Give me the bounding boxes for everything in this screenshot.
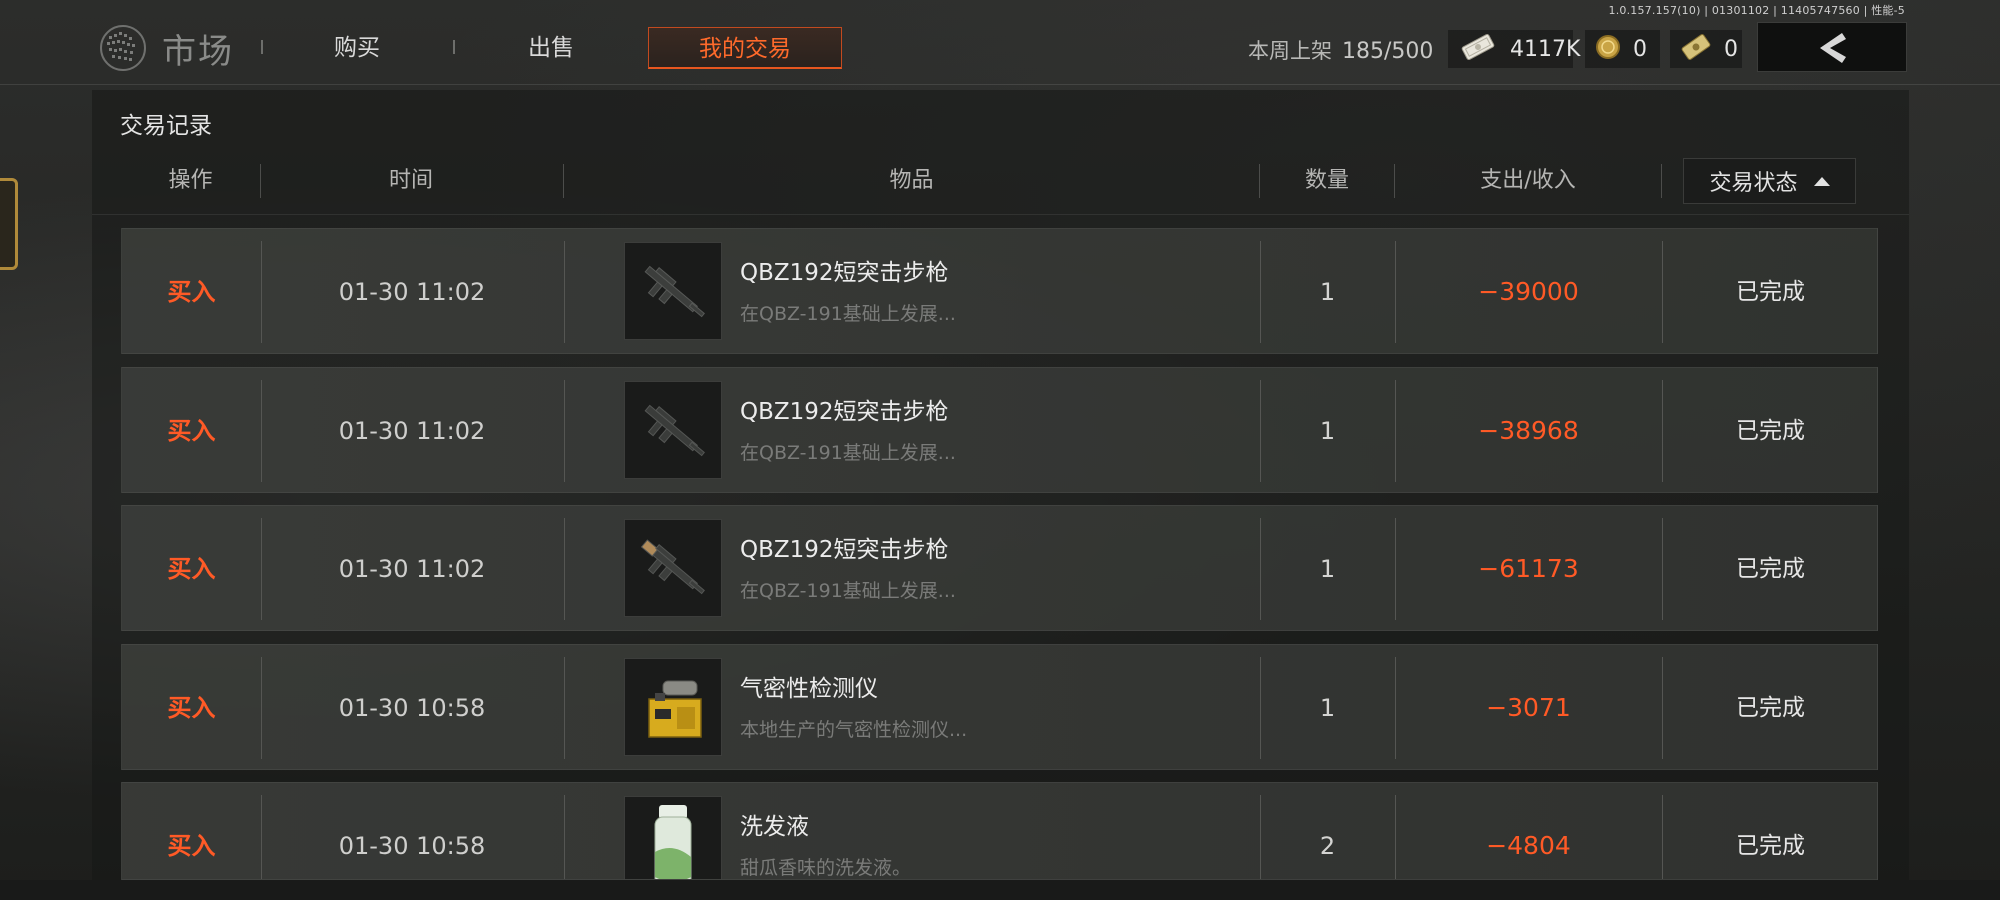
trade-time: 01-30 11:02: [338, 278, 486, 306]
weekly-listing-counter: 本周上架 185/500: [1248, 35, 1433, 65]
item-name: QBZ192短突击步枪: [740, 260, 949, 286]
row-divider: [564, 380, 565, 482]
shampoo-bottle-icon: [624, 796, 722, 879]
nav-divider: [261, 40, 263, 54]
header-divider: [0, 84, 2000, 85]
trade-amount: −38968: [1478, 416, 1579, 445]
row-divider: [564, 657, 565, 759]
col-header-time: 时间: [388, 168, 433, 193]
tab-sell[interactable]: 出售: [476, 27, 626, 69]
currency-cash: 4117K: [1448, 30, 1580, 68]
cash-bundle-icon: [1458, 33, 1498, 65]
banknote-icon: [1680, 33, 1712, 65]
currency-coin: 0: [1585, 30, 1660, 68]
panel-title: 交易记录: [120, 113, 212, 139]
item-description: 甜瓜香味的洗发液。: [740, 857, 912, 879]
trade-status: 已完成: [1736, 279, 1805, 305]
table-row[interactable]: 买入 01-30 11:02 QBZ192短突击步枪 在QBZ-191基础上发展…: [121, 228, 1878, 354]
item-name: QBZ192短突击步枪: [740, 399, 949, 425]
currency-note: 0: [1670, 30, 1742, 68]
trade-time: 01-30 11:02: [338, 417, 486, 445]
item-description: 本地生产的气密性检测仪...: [740, 719, 968, 741]
back-button[interactable]: [1757, 22, 1907, 72]
row-divider: [564, 518, 565, 620]
chevron-left-icon: [1820, 33, 1846, 63]
trade-action[interactable]: 买入: [122, 783, 261, 879]
table-row[interactable]: 买入 01-30 10:58 洗发液 甜瓜香味的洗发液。 2 −4804 已完成: [121, 782, 1878, 880]
side-badge-icon: [0, 178, 18, 270]
nav-divider: [453, 40, 455, 54]
trade-status: 已完成: [1736, 418, 1805, 444]
table-header-divider: [92, 214, 1909, 215]
item-name: 洗发液: [740, 814, 809, 840]
trade-time: 01-30 10:58: [338, 694, 486, 722]
trade-action[interactable]: 买入: [122, 229, 261, 355]
col-header-action: 操作: [168, 168, 213, 193]
item-description: 在QBZ-191基础上发展...: [740, 580, 956, 602]
trade-amount: −3071: [1486, 693, 1571, 722]
coin-value: 0: [1633, 36, 1647, 62]
item-description: 在QBZ-191基础上发展...: [740, 303, 956, 325]
item-quantity: 1: [1319, 278, 1336, 306]
row-divider: [564, 241, 565, 343]
trade-time: 01-30 11:02: [338, 555, 486, 583]
col-header-status: 交易状态: [1709, 171, 1798, 196]
trade-action[interactable]: 买入: [122, 368, 261, 494]
table-row[interactable]: 买入 01-30 11:02 QBZ192短突击步枪 在QBZ-191基础上发展…: [121, 505, 1878, 631]
row-divider: [564, 795, 565, 879]
market-title: 市场: [162, 32, 234, 72]
rifle-icon: [624, 242, 722, 340]
trade-amount: −4804: [1486, 831, 1571, 860]
market-header: 市场 购买 出售 我的交易 本周上架 185/500 4117K 0 0: [0, 0, 2000, 84]
item-name: 气密性检测仪: [740, 676, 878, 702]
col-divider: [1661, 164, 1662, 198]
status-sort-button[interactable]: 交易状态: [1683, 158, 1856, 204]
col-header-item: 物品: [889, 168, 934, 193]
trade-action[interactable]: 买入: [122, 645, 261, 771]
tab-buy[interactable]: 购买: [282, 27, 432, 69]
gold-coin-icon: [1595, 34, 1621, 64]
trade-amount: −39000: [1478, 277, 1579, 306]
item-quantity: 2: [1319, 832, 1336, 860]
trade-status: 已完成: [1736, 556, 1805, 582]
trade-time: 01-30 10:58: [338, 832, 486, 860]
rifle-icon: [624, 519, 722, 617]
col-header-amount: 支出/收入: [1480, 168, 1576, 193]
rifle-icon: [624, 381, 722, 479]
trade-status: 已完成: [1736, 833, 1805, 859]
item-name: QBZ192短突击步枪: [740, 537, 949, 563]
cash-value: 4117K: [1510, 36, 1581, 62]
tab-my-trades[interactable]: 我的交易: [648, 27, 842, 69]
table-row[interactable]: 买入 01-30 11:02 QBZ192短突击步枪 在QBZ-191基础上发展…: [121, 367, 1878, 493]
item-quantity: 1: [1319, 555, 1336, 583]
trade-status: 已完成: [1736, 695, 1805, 721]
table-row[interactable]: 买入 01-30 10:58 气密性检测仪 本地生产的气密性检测仪... 1 −…: [121, 644, 1878, 770]
col-header-qty: 数量: [1304, 168, 1349, 193]
weekly-listing-value: 185/500: [1342, 39, 1434, 64]
item-quantity: 1: [1319, 694, 1336, 722]
note-value: 0: [1724, 36, 1738, 62]
item-description: 在QBZ-191基础上发展...: [740, 442, 956, 464]
market-globe-icon: [95, 22, 151, 74]
item-quantity: 1: [1319, 417, 1336, 445]
caret-up-icon: [1813, 176, 1830, 186]
bottom-bar: [0, 880, 2000, 900]
detector-icon: [624, 658, 722, 756]
trade-amount: −61173: [1478, 554, 1579, 583]
weekly-listing-label: 本周上架: [1248, 39, 1332, 63]
trade-action[interactable]: 买入: [122, 506, 261, 632]
